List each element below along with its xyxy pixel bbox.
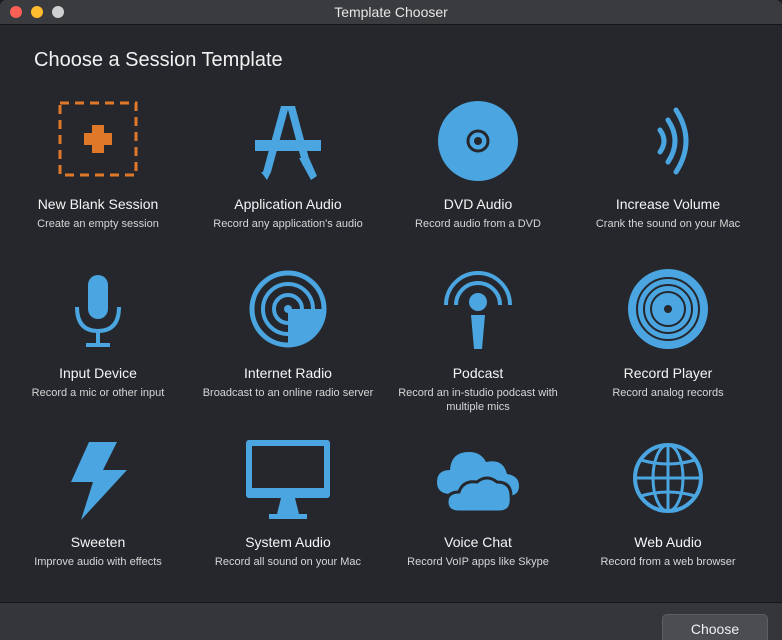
- app-store-icon: [255, 106, 321, 180]
- template-dvd-audio[interactable]: DVD Audio Record audio from a DVD: [383, 100, 573, 260]
- radar-icon: [249, 270, 327, 348]
- plus-dashed-icon: [58, 101, 138, 177]
- template-name: Web Audio: [634, 534, 702, 550]
- template-increase-volume[interactable]: Increase Volume Crank the sound on your …: [573, 100, 763, 260]
- template-application-audio[interactable]: Application Audio Record any application…: [193, 100, 383, 260]
- sound-waves-icon: [657, 107, 689, 175]
- template-description: Record a mic or other input: [31, 387, 165, 399]
- podcast-icon: [444, 271, 512, 349]
- footer-bar: Choose: [0, 602, 782, 640]
- globe-icon: [633, 443, 703, 513]
- template-name: System Audio: [245, 534, 331, 550]
- template-sweeten[interactable]: Sweeten Improve audio with effects: [3, 438, 193, 598]
- choose-button[interactable]: Choose: [662, 614, 768, 640]
- template-grid-area: Choose a Session Template New Blank Sess…: [0, 25, 782, 602]
- template-internet-radio[interactable]: Internet Radio Broadcast to an online ra…: [193, 269, 383, 429]
- template-system-audio[interactable]: System Audio Record all sound on your Ma…: [193, 438, 383, 598]
- template-name: Increase Volume: [615, 196, 721, 212]
- template-chooser-window: Template Chooser Choose a Session Templa…: [0, 0, 782, 640]
- template-description: Record any application's audio: [213, 218, 363, 230]
- page-title: Choose a Session Template: [34, 49, 283, 71]
- template-name: Podcast: [452, 365, 504, 381]
- template-podcast[interactable]: Podcast Record an in-studio podcast with…: [383, 269, 573, 429]
- template-name: Record Player: [623, 365, 713, 381]
- cloud-icon: [437, 452, 519, 514]
- monitor-icon: [246, 440, 330, 519]
- title-bar[interactable]: Template Chooser: [0, 0, 782, 25]
- template-name: Voice Chat: [444, 534, 512, 550]
- template-web-audio[interactable]: Web Audio Record from a web browser: [573, 438, 763, 598]
- template-name: Input Device: [59, 365, 137, 381]
- template-description: Create an empty session: [37, 218, 159, 230]
- template-name: New Blank Session: [37, 196, 159, 212]
- lightning-icon: [71, 442, 127, 520]
- template-voice-chat[interactable]: Voice Chat Record VoIP apps like Skype: [383, 438, 573, 598]
- vinyl-record-icon: [628, 269, 708, 349]
- template-record-player[interactable]: Record Player Record analog records: [573, 269, 763, 429]
- template-description: Record all sound on your Mac: [214, 556, 362, 568]
- template-input-device[interactable]: Input Device Record a mic or other input: [3, 269, 193, 429]
- template-description: Crank the sound on your Mac: [595, 218, 741, 230]
- microphone-icon: [75, 275, 121, 347]
- template-description: Record audio from a DVD: [415, 218, 541, 230]
- dvd-icon: [438, 101, 518, 181]
- template-name: Sweeten: [70, 534, 126, 550]
- template-description: Record an in-studio podcast with multipl…: [398, 387, 558, 413]
- window-title: Template Chooser: [334, 4, 448, 20]
- template-description: Record analog records: [612, 387, 724, 399]
- template-description: Record from a web browser: [600, 556, 736, 568]
- template-new-blank-session[interactable]: New Blank Session Create an empty sessio…: [3, 100, 193, 260]
- template-description: Record VoIP apps like Skype: [407, 556, 549, 568]
- template-description: Broadcast to an online radio server: [202, 387, 374, 399]
- template-name: Application Audio: [234, 196, 342, 212]
- template-description: Improve audio with effects: [34, 556, 162, 568]
- template-name: Internet Radio: [244, 365, 332, 381]
- template-name: DVD Audio: [443, 196, 513, 212]
